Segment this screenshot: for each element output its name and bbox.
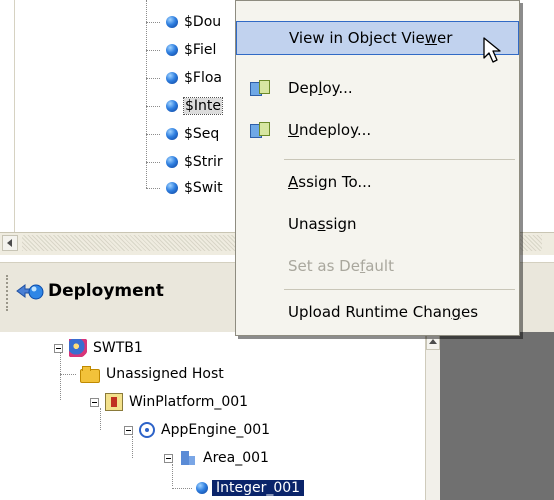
template-ball-icon <box>166 128 178 140</box>
tree-item-label: Area_001 <box>203 450 269 466</box>
menu-item-label: Assign To... <box>288 173 372 191</box>
tree-item[interactable]: $Floa <box>166 66 222 90</box>
tree-item-label: $Floa <box>184 70 222 86</box>
scroll-left-arrow-icon[interactable] <box>2 235 18 251</box>
menu-item-label: Undeploy... <box>288 121 372 139</box>
tree-item-label: Unassigned Host <box>106 366 224 382</box>
template-ball-icon <box>166 72 178 84</box>
tree-connector <box>146 0 147 188</box>
deployment-title: Deployment <box>48 281 164 301</box>
galaxy-icon <box>69 339 87 357</box>
template-ball-icon <box>166 100 178 112</box>
deployment-icon <box>16 284 44 300</box>
tree-item[interactable]: $Swit <box>166 176 223 200</box>
tree-item[interactable]: $Fiel <box>166 38 216 62</box>
menu-item-label: Upload Runtime Changes <box>288 303 479 321</box>
menu-item-label: View in Object Viewer <box>289 29 453 47</box>
deploy-icon <box>248 78 270 98</box>
tree-item[interactable]: $Strir <box>166 150 223 174</box>
tree-connector <box>60 374 76 375</box>
tree-connector <box>146 22 160 23</box>
tree-item-label: Integer_001 <box>212 480 305 496</box>
tree-item-platform[interactable]: WinPlatform_001 <box>90 390 248 414</box>
tree-connector <box>146 106 160 107</box>
template-ball-icon <box>166 44 178 56</box>
template-ball-icon <box>166 182 178 194</box>
collapse-icon[interactable] <box>54 343 63 353</box>
tree-connector <box>146 162 160 163</box>
folder-icon <box>80 365 100 383</box>
tree-item-label: WinPlatform_001 <box>129 394 249 410</box>
tree-connector <box>146 50 160 51</box>
menu-item-label: Unassign <box>288 215 357 233</box>
menu-item-upload-runtime-changes[interactable]: Upload Runtime Changes <box>236 295 519 329</box>
menu-separator <box>284 159 515 160</box>
tree-item-label: $Strir <box>184 154 223 170</box>
deployment-tree: SWTB1 Unassigned Host WinPlatform_001 Ap… <box>0 332 440 500</box>
menu-item-undeploy[interactable]: Undeploy... <box>236 113 519 147</box>
scroll-up-arrow-icon[interactable] <box>426 334 440 350</box>
tree-item-label: $Dou <box>184 14 222 30</box>
engine-icon <box>139 422 155 438</box>
instance-ball-icon <box>196 482 208 494</box>
tree-item-label: $Swit <box>184 180 223 196</box>
tree-item-appengine[interactable]: AppEngine_001 <box>124 418 270 442</box>
menu-item-deploy[interactable]: Deploy... <box>236 71 519 105</box>
collapse-icon[interactable] <box>124 425 133 435</box>
deployment-title-wrap: Deployment <box>16 281 164 301</box>
tree-item[interactable]: $Dou <box>166 10 221 34</box>
area-icon <box>179 449 197 467</box>
collapse-icon[interactable] <box>164 453 173 463</box>
tree-left-margin <box>0 0 15 232</box>
tree-item-selected[interactable]: $Inte <box>166 94 224 118</box>
tree-connector <box>146 188 160 189</box>
tree-item-selected[interactable]: Integer_001 <box>196 476 305 500</box>
collapse-icon[interactable] <box>90 397 99 407</box>
menu-item-label: Set as Default <box>288 257 394 275</box>
template-ball-icon <box>166 156 178 168</box>
vertical-scrollbar[interactable] <box>425 332 441 500</box>
tree-item[interactable]: $Seq <box>166 122 219 146</box>
menu-item-set-as-default[interactable]: Set as Default <box>236 249 519 283</box>
menu-item-label: Deploy... <box>288 79 353 97</box>
menu-item-assign-to[interactable]: Assign To... <box>236 165 519 199</box>
tree-item-unassigned-host[interactable]: Unassigned Host <box>80 362 224 386</box>
platform-icon <box>105 393 123 411</box>
menu-item-view-in-object-viewer[interactable]: View in Object Viewer <box>236 21 519 55</box>
tree-item-label: $Inte <box>182 97 224 115</box>
tree-item-area[interactable]: Area_001 <box>164 446 269 470</box>
undeploy-icon <box>248 120 270 140</box>
menu-separator <box>284 289 515 290</box>
mouse-pointer-icon <box>483 37 501 63</box>
tree-connector <box>172 488 192 489</box>
context-menu: View in Object Viewer Deploy... Undeploy… <box>235 0 520 336</box>
tree-item-label: SWTB1 <box>93 340 143 356</box>
tree-item-label: $Fiel <box>184 42 217 58</box>
tree-connector <box>146 134 160 135</box>
pane-grip[interactable] <box>6 275 12 311</box>
menu-item-unassign[interactable]: Unassign <box>236 207 519 241</box>
empty-workspace-area <box>440 332 554 500</box>
tree-item-label: $Seq <box>184 126 220 142</box>
tree-item-galaxy[interactable]: SWTB1 <box>54 336 143 360</box>
tree-item-label: AppEngine_001 <box>161 422 271 438</box>
tree-connector <box>146 78 160 79</box>
template-ball-icon <box>166 16 178 28</box>
